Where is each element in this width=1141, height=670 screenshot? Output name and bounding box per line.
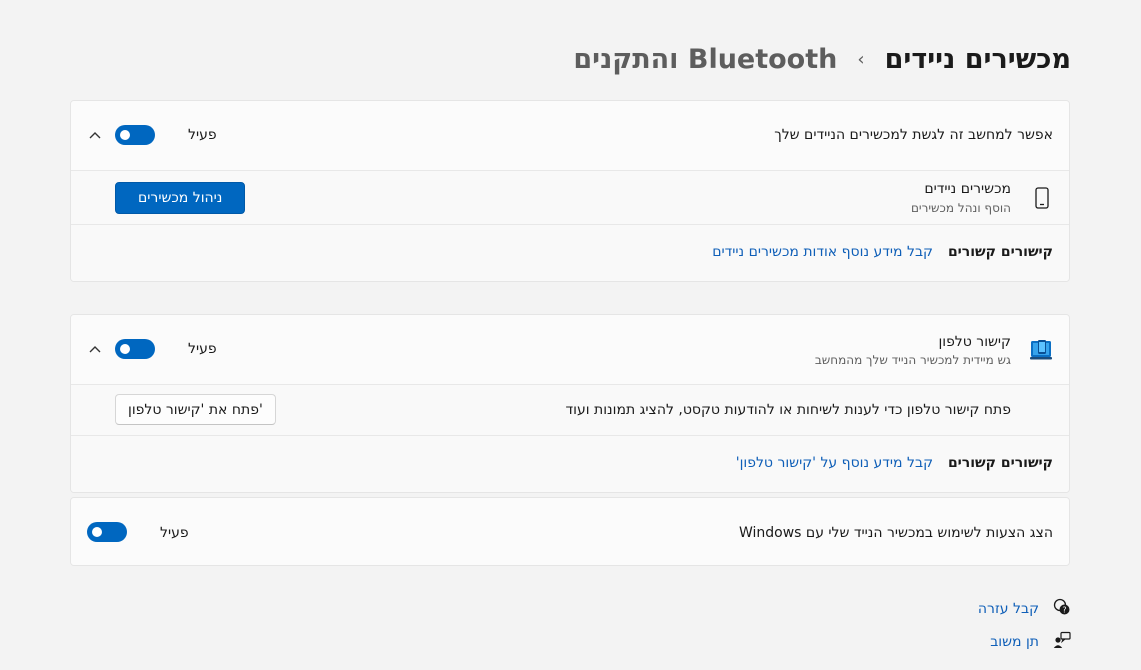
get-help-label[interactable]: קבל עזרה xyxy=(978,601,1039,617)
phone-link-card: קישור טלפון גש מיידית למכשיר הנייד שלך מ… xyxy=(70,314,1070,493)
breadcrumb: Bluetooth והתקנים › מכשירים ניידים xyxy=(573,44,1071,75)
mobile-devices-row: מכשירים ניידים הוסף ונהל מכשירים ניהול מ… xyxy=(71,170,1069,224)
svg-text:?: ? xyxy=(1062,606,1066,615)
chevron-up-icon[interactable] xyxy=(85,125,105,145)
open-phone-link-button[interactable]: פתח את 'קישור טלפון' xyxy=(115,394,276,425)
allow-access-label: אפשר למחשב זה לגשת למכשירים הניידים שלך xyxy=(774,127,1053,143)
phone-link-title: קישור טלפון xyxy=(938,334,1011,350)
suggestions-toggle[interactable] xyxy=(87,522,127,542)
suggestions-toggle-state: פעיל xyxy=(160,525,189,541)
related-links-label: קישורים קשורים xyxy=(947,455,1053,471)
phone-link-row: קישור טלפון גש מיידית למכשיר הנייד שלך מ… xyxy=(71,315,1069,384)
phone-link-toggle-state: פעיל xyxy=(188,341,217,357)
mobile-devices-title: מכשירים ניידים xyxy=(924,181,1011,197)
chevron-up-icon-glyph xyxy=(89,132,101,139)
give-feedback-link[interactable]: תן משוב xyxy=(990,631,1071,653)
chevron-right-icon: › xyxy=(857,49,865,70)
suggestions-card: הצג הצעות לשימוש במכשיר הנייד שלי עם Win… xyxy=(70,497,1070,566)
toggle-knob xyxy=(92,527,102,537)
feedback-icon xyxy=(1053,631,1071,653)
allow-access-row: אפשר למחשב זה לגשת למכשירים הניידים שלך … xyxy=(71,101,1069,170)
phone-link-description-row: פתח קישור טלפון כדי לענות לשיחות או להוד… xyxy=(71,384,1069,435)
learn-more-phone-link-link[interactable]: קבל מידע נוסף על 'קישור טלפון' xyxy=(736,455,933,471)
allow-access-toggle-state: פעיל xyxy=(188,127,217,143)
learn-more-mobile-devices-link[interactable]: קבל מידע נוסף אודות מכשירים ניידים xyxy=(712,244,933,260)
related-links-row: קישורים קשורים קבל מידע נוסף אודות מכשיר… xyxy=(71,224,1069,281)
mobile-devices-subtitle: הוסף ונהל מכשירים xyxy=(910,201,1011,215)
phone-link-toggle[interactable] xyxy=(115,339,155,359)
help-icon: ? xyxy=(1053,598,1071,620)
page-title: מכשירים ניידים xyxy=(884,44,1071,75)
allow-access-toggle[interactable] xyxy=(115,125,155,145)
phone-link-app-icon xyxy=(1029,338,1053,366)
phone-icon xyxy=(1035,187,1049,213)
phone-link-related-row: קישורים קשורים קבל מידע נוסף על 'קישור ט… xyxy=(71,435,1069,492)
chevron-up-icon-glyph xyxy=(89,346,101,353)
suggestions-row: הצג הצעות לשימוש במכשיר הנייד שלי עם Win… xyxy=(71,498,1069,565)
suggestions-label: הצג הצעות לשימוש במכשיר הנייד שלי עם Win… xyxy=(738,525,1053,541)
breadcrumb-parent-bluetooth[interactable]: Bluetooth והתקנים xyxy=(573,44,837,75)
chevron-up-icon[interactable] xyxy=(85,339,105,359)
give-feedback-label[interactable]: תן משוב xyxy=(990,634,1039,650)
get-help-link[interactable]: ? קבל עזרה xyxy=(978,598,1071,620)
manage-devices-button[interactable]: ניהול מכשירים xyxy=(115,182,246,214)
allow-mobile-devices-card: אפשר למחשב זה לגשת למכשירים הניידים שלך … xyxy=(70,100,1070,282)
related-links-label: קישורים קשורים xyxy=(947,244,1053,260)
phone-link-subtitle: גש מיידית למכשיר הנייד שלך מהמחשב xyxy=(814,353,1011,367)
toggle-knob xyxy=(120,130,130,140)
phone-link-description: פתח קישור טלפון כדי לענות לשיחות או להוד… xyxy=(565,402,1011,418)
toggle-knob xyxy=(120,344,130,354)
